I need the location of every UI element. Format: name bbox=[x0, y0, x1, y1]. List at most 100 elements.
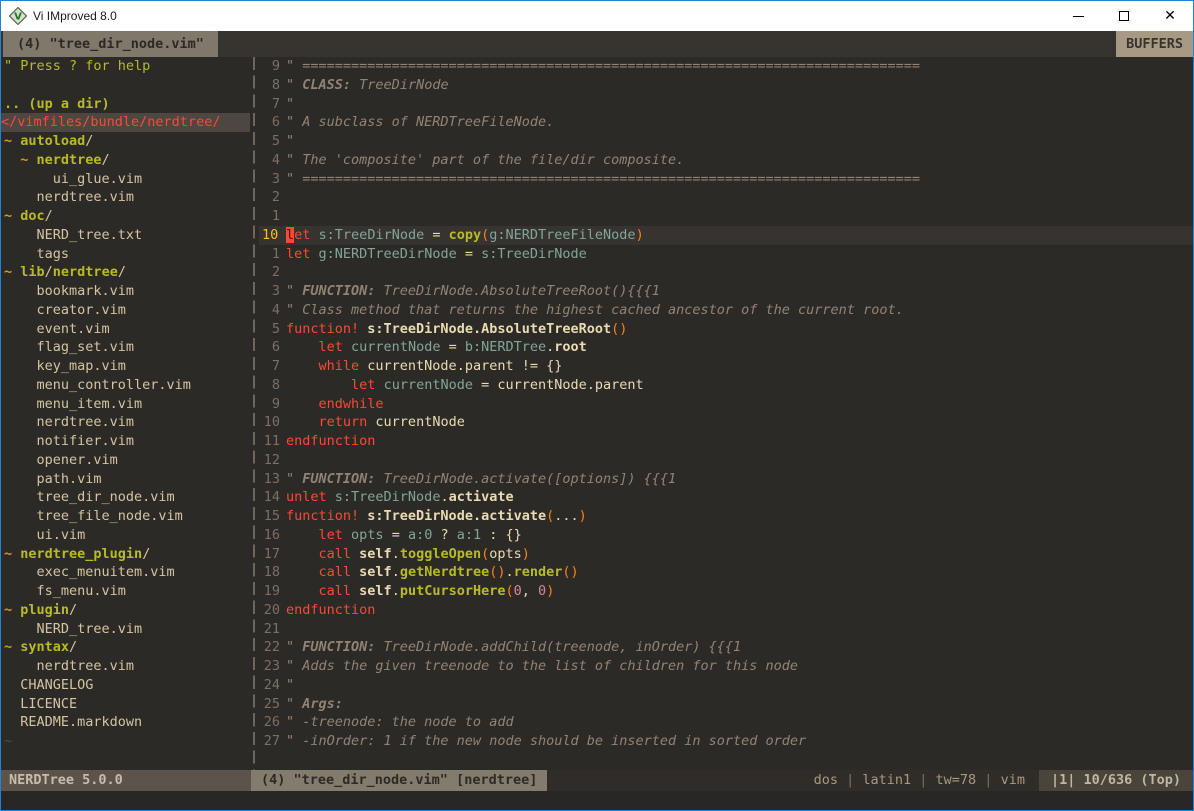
code-line[interactable]: 9 endwhile bbox=[259, 395, 1193, 414]
tree-item[interactable]: ~ lib/nerdtree/ bbox=[4, 263, 250, 282]
tree-item[interactable]: nerdtree.vim bbox=[4, 188, 250, 207]
tree-item[interactable]: ui_glue.vim bbox=[4, 170, 250, 189]
code-line[interactable]: 7" bbox=[259, 95, 1193, 114]
tree-item[interactable]: " Press ? for help bbox=[4, 57, 250, 76]
code-line[interactable]: 5function! s:TreeDirNode.AbsoluteTreeRoo… bbox=[259, 320, 1193, 339]
code-line[interactable]: 14unlet s:TreeDirNode.activate bbox=[259, 488, 1193, 507]
tree-item[interactable]: creator.vim bbox=[4, 301, 250, 320]
code-line[interactable]: 18 call self.getNerdtree().render() bbox=[259, 563, 1193, 582]
token-kw: return bbox=[319, 414, 368, 430]
tree-item[interactable]: tree_file_node.vim bbox=[4, 507, 250, 526]
tree-item[interactable]: ~ plugin/ bbox=[4, 601, 250, 620]
tab-tree-dir-node[interactable]: (4) "tree_dir_node.vim" bbox=[3, 31, 218, 57]
close-button[interactable]: ✕ bbox=[1147, 1, 1193, 31]
tree-item[interactable]: notifier.vim bbox=[4, 432, 250, 451]
code-line[interactable]: 11endfunction bbox=[259, 432, 1193, 451]
code-line[interactable]: 19 call self.putCursorHere(0, 0) bbox=[259, 582, 1193, 601]
tree-item[interactable]: ~ bbox=[4, 732, 250, 751]
token-file: nerdtree.vim bbox=[4, 414, 134, 430]
code-line[interactable]: 21 bbox=[259, 620, 1193, 639]
tree-item[interactable]: menu_controller.vim bbox=[4, 376, 250, 395]
token-kw: function! bbox=[286, 321, 359, 337]
command-line[interactable] bbox=[1, 791, 1193, 810]
code-line[interactable]: 2 bbox=[259, 263, 1193, 282]
code-line[interactable]: 1let g:NERDTreeDirNode = s:TreeDirNode bbox=[259, 245, 1193, 264]
token-file: menu_controller.vim bbox=[4, 377, 191, 393]
editor-panel: 9" =====================================… bbox=[259, 57, 1193, 770]
tree-item-selected[interactable]: </vimfiles/bundle/nerdtree/ bbox=[1, 113, 250, 132]
token-fg: = bbox=[457, 246, 481, 262]
tree-item[interactable]: README.markdown bbox=[4, 713, 250, 732]
tree-item[interactable]: ~ autoload/ bbox=[4, 132, 250, 151]
code-line[interactable]: 22" FUNCTION: TreeDirNode.addChild(treen… bbox=[259, 638, 1193, 657]
maximize-button[interactable] bbox=[1101, 1, 1147, 31]
tree-item[interactable]: tree_dir_node.vim bbox=[4, 488, 250, 507]
tree-item[interactable]: NERD_tree.txt bbox=[4, 226, 250, 245]
code-line[interactable]: 17 call self.toggleOpen(opts) bbox=[259, 545, 1193, 564]
code-line[interactable]: 15function! s:TreeDirNode.activate(...) bbox=[259, 507, 1193, 526]
code-line[interactable]: 6 let currentNode = b:NERDTree.root bbox=[259, 338, 1193, 357]
tree-item[interactable]: event.vim bbox=[4, 320, 250, 339]
tree-item[interactable]: LICENCE bbox=[4, 695, 250, 714]
token-cm: " ======================================… bbox=[286, 171, 920, 187]
tree-item[interactable]: nerdtree.vim bbox=[4, 413, 250, 432]
code-line[interactable]: 24" bbox=[259, 676, 1193, 695]
code-line[interactable]: 26" -treenode: the node to add bbox=[259, 713, 1193, 732]
tree-item[interactable]: .. (up a dir) bbox=[4, 95, 250, 114]
code-line[interactable]: 9" =====================================… bbox=[259, 57, 1193, 76]
code-line[interactable]: 7 while currentNode.parent != {} bbox=[259, 357, 1193, 376]
tree-item[interactable]: ui.vim bbox=[4, 526, 250, 545]
code-line[interactable]: 3" =====================================… bbox=[259, 170, 1193, 189]
code-line[interactable]: 20endfunction bbox=[259, 601, 1193, 620]
code-line[interactable]: 3" FUNCTION: TreeDirNode.AbsoluteTreeRoo… bbox=[259, 282, 1193, 301]
code-line[interactable]: 10 return currentNode bbox=[259, 413, 1193, 432]
code-line[interactable]: 4" Class method that returns the highest… bbox=[259, 301, 1193, 320]
code-line[interactable]: 27 " -inOrder: 1 if the new node should b… bbox=[259, 732, 1193, 751]
token-file: ui.vim bbox=[4, 527, 85, 543]
token-id: s:TreeDirNode bbox=[319, 227, 425, 243]
code-line[interactable]: 8 let currentNode = currentNode.parent bbox=[259, 376, 1193, 395]
tree-item[interactable]: flag_set.vim bbox=[4, 338, 250, 357]
tree-item[interactable]: CHANGELOG bbox=[4, 676, 250, 695]
tree-item[interactable]: menu_item.vim bbox=[4, 395, 250, 414]
tree-item[interactable]: tags bbox=[4, 245, 250, 264]
code-line[interactable]: 6" A subclass of NERDTreeFileNode. bbox=[259, 113, 1193, 132]
tree-item[interactable]: key_map.vim bbox=[4, 357, 250, 376]
window-split-separator[interactable] bbox=[250, 57, 259, 770]
minimize-button[interactable] bbox=[1055, 1, 1101, 31]
tree-item[interactable]: exec_menuitem.vim bbox=[4, 563, 250, 582]
token-kw: call bbox=[319, 546, 352, 562]
token-fg bbox=[351, 546, 359, 562]
code-line[interactable]: 2 bbox=[259, 188, 1193, 207]
tree-item[interactable]: ~ doc/ bbox=[4, 207, 250, 226]
tree-item[interactable]: NERD_tree.vim bbox=[4, 620, 250, 639]
line-number: 18 bbox=[262, 563, 280, 582]
token-kw: function! bbox=[286, 508, 359, 524]
line-number: 2 bbox=[262, 263, 280, 282]
tree-item[interactable]: bookmark.vim bbox=[4, 282, 250, 301]
token-or: () bbox=[562, 564, 578, 580]
code-line[interactable]: 4" The 'composite' part of the file/dir … bbox=[259, 151, 1193, 170]
code-line[interactable]: 25" Args: bbox=[259, 695, 1193, 714]
code-line-current[interactable]: 10let s:TreeDirNode = copy(g:NERDTreeFil… bbox=[259, 226, 1193, 245]
code-line[interactable]: 8" CLASS: TreeDirNode bbox=[259, 76, 1193, 95]
tree-item[interactable]: path.vim bbox=[4, 470, 250, 489]
statusline: NERDTree 5.0.0 (4) "tree_dir_node.vim" [… bbox=[1, 770, 1193, 791]
buffers-tab[interactable]: BUFFERS bbox=[1116, 31, 1193, 57]
code-line[interactable]: 16 let opts = a:0 ? a:1 : {} bbox=[259, 526, 1193, 545]
tree-item[interactable]: ~ nerdtree_plugin/ bbox=[4, 545, 250, 564]
token-kw: while bbox=[319, 358, 360, 374]
tree-item[interactable]: opener.vim bbox=[4, 451, 250, 470]
code-line[interactable]: 1 bbox=[259, 207, 1193, 226]
code-line[interactable]: 23" Adds the given treenode to the list … bbox=[259, 657, 1193, 676]
code-line[interactable]: 13" FUNCTION: TreeDirNode.activate([opti… bbox=[259, 470, 1193, 489]
tree-item[interactable]: ~ syntax/ bbox=[4, 638, 250, 657]
token-cm: " -inOrder: 1 if the new node should be … bbox=[286, 733, 806, 749]
tree-item[interactable]: ~ nerdtree/ bbox=[4, 151, 250, 170]
tree-item[interactable]: nerdtree.vim bbox=[4, 657, 250, 676]
code-line[interactable]: 5" bbox=[259, 132, 1193, 151]
line-number: 27 bbox=[262, 732, 280, 751]
code-line[interactable]: 12 bbox=[259, 451, 1193, 470]
tree-item[interactable] bbox=[4, 76, 250, 95]
tree-item[interactable]: fs_menu.vim bbox=[4, 582, 250, 601]
